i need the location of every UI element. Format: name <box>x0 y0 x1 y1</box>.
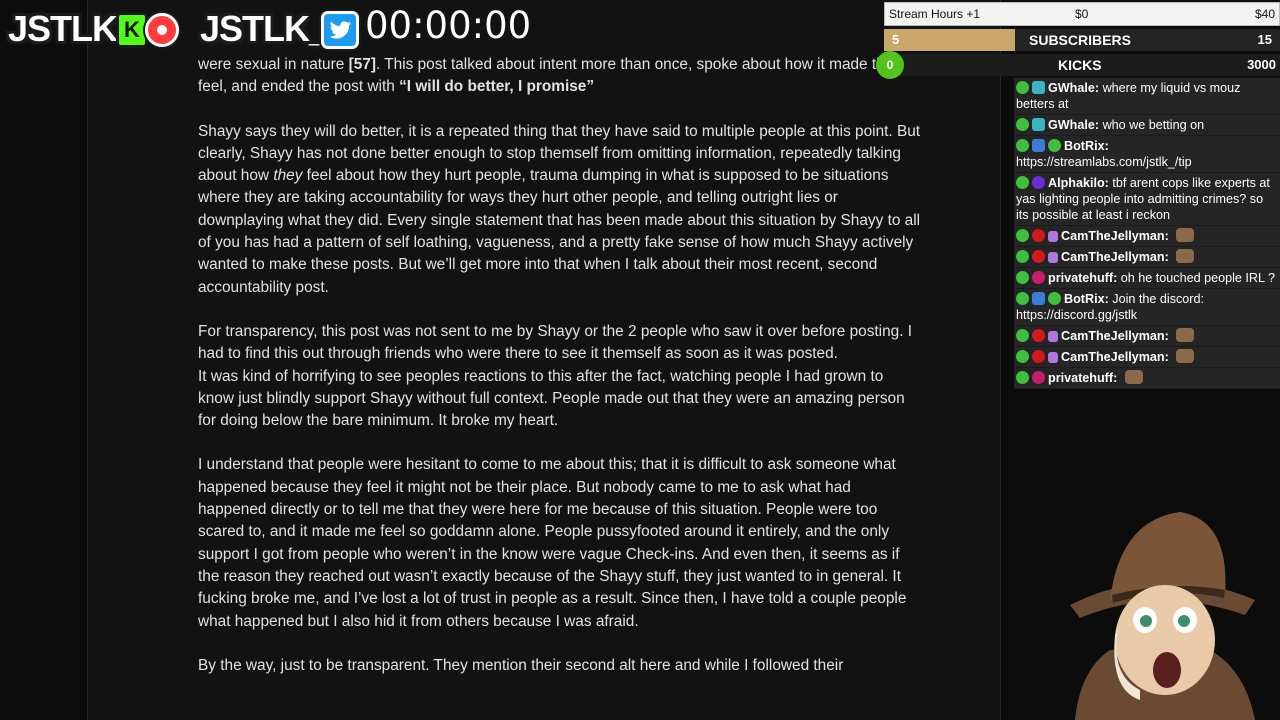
chat-message: privatehuff: <box>1014 368 1280 389</box>
paragraph-2: Shayy says they will do better, it is a … <box>198 121 923 299</box>
pink-badge-icon <box>1032 271 1045 284</box>
red-badge-icon <box>1032 250 1045 263</box>
emote-icon <box>1176 249 1195 263</box>
subscribers-progress-fill <box>884 29 1015 51</box>
reference-57: [57] <box>348 56 376 73</box>
red-badge-icon <box>1032 329 1045 342</box>
p1-quote: “I will do better, I promise” <box>399 78 595 96</box>
stream-hours-max: $40 <box>1254 7 1275 21</box>
blue-badge-icon <box>1032 292 1045 305</box>
chat-username[interactable]: CamTheJellyman: <box>1061 250 1169 264</box>
chat-message: Alphakilo: tbf arent cops like experts a… <box>1014 173 1280 226</box>
kicks-current: 0 <box>876 51 904 79</box>
chat-message: BotRix: https://streamlabs.com/jstlk_/ti… <box>1014 136 1280 173</box>
kicks-label: KICKS <box>1058 57 1102 73</box>
document-body: were sexual in nature [57]. This post ta… <box>198 54 923 699</box>
x-icon <box>1016 118 1029 131</box>
gem-icon <box>1048 352 1058 363</box>
subscribers-goal: 15 <box>1257 32 1272 47</box>
x-icon <box>1016 139 1029 152</box>
brand-logo-right: JSTLK_ <box>200 8 329 49</box>
verified-icon <box>1048 139 1061 152</box>
chat-username[interactable]: BotRix: <box>1064 292 1109 306</box>
paragraph-4: It was kind of horrifying to see peoples… <box>198 367 905 430</box>
emote-icon <box>1124 370 1143 384</box>
gem-icon <box>1048 252 1058 263</box>
chat-username[interactable]: privatehuff: <box>1048 271 1117 285</box>
p2-text-b: feel about how they hurt people, trauma … <box>198 167 921 296</box>
p2-emphasis: they <box>273 167 303 185</box>
red-badge-icon <box>1032 350 1045 363</box>
paragraph-1: were sexual in nature [57]. This post ta… <box>198 54 923 99</box>
chat-message: CamTheJellyman: <box>1014 226 1280 247</box>
gem-icon <box>1048 231 1058 242</box>
chat-username[interactable]: CamTheJellyman: <box>1061 350 1169 364</box>
x-icon <box>1016 350 1029 363</box>
kicks-bar: 0 KICKS 3000 <box>876 51 1280 79</box>
teal-badge-icon <box>1032 81 1045 94</box>
stream-timer: 00:00:00 <box>365 4 532 47</box>
chat-username[interactable]: CamTheJellyman: <box>1061 229 1169 243</box>
subscribers-bar: 5 SUBSCRIBERS 15 <box>884 29 1280 51</box>
kicks-goal: 3000 <box>1247 57 1276 72</box>
chat-username[interactable]: CamTheJellyman: <box>1061 329 1169 343</box>
x-icon <box>1016 329 1029 342</box>
chat-message: privatehuff: oh he touched people IRL ? <box>1014 268 1280 289</box>
pink-badge-icon <box>1032 371 1045 384</box>
paragraph-5: I understand that people were hesitant t… <box>198 456 907 630</box>
chat-text: https://streamlabs.com/jstlk_/tip <box>1016 155 1192 169</box>
gem-icon <box>1048 331 1058 342</box>
brand-logo-left: JSTLK <box>8 8 118 49</box>
emote-icon <box>1176 328 1195 342</box>
chat-username[interactable]: GWhale: <box>1048 118 1099 132</box>
teal-badge-icon <box>1032 118 1045 131</box>
p1-text-a: were sexual in nature <box>198 56 349 73</box>
chat-username[interactable]: Alphakilo: <box>1048 176 1109 190</box>
record-icon <box>145 13 179 47</box>
chat-text: who we betting on <box>1102 118 1205 132</box>
subscribers-current: 5 <box>892 32 900 47</box>
chat-message: GWhale: where my liquid vs mouz betters … <box>1014 78 1280 115</box>
subscribers-label: SUBSCRIBERS <box>1029 32 1131 48</box>
x-icon <box>1016 271 1029 284</box>
blue-badge-icon <box>1032 139 1045 152</box>
verified-icon <box>1048 292 1061 305</box>
x-icon <box>1016 81 1029 94</box>
chat-username[interactable]: GWhale: <box>1048 81 1099 95</box>
emote-icon <box>1176 228 1195 242</box>
x-icon <box>1016 371 1029 384</box>
chat-message: CamTheJellyman: <box>1014 347 1280 368</box>
purple-badge-icon <box>1032 176 1045 189</box>
chat-message: BotRix: Join the discord: https://discor… <box>1014 289 1280 326</box>
chat-message: GWhale: who we betting on <box>1014 115 1280 136</box>
stream-hours-min: $0 <box>1075 7 1089 21</box>
chat-message: CamTheJellyman: <box>1014 326 1280 347</box>
x-icon <box>1016 250 1029 263</box>
chat-username[interactable]: privatehuff: <box>1048 371 1117 385</box>
stream-hours-label: Stream Hours +1 <box>889 7 981 21</box>
paragraph-6: By the way, just to be transparent. They… <box>198 656 844 674</box>
paragraph-3: For transparency, this post was not sent… <box>198 322 913 363</box>
streamer-avatar <box>1070 512 1255 720</box>
red-badge-icon <box>1032 229 1045 242</box>
x-icon <box>1016 176 1029 189</box>
stream-hours-bar: Stream Hours +1 $0 $40 <box>884 2 1280 26</box>
chat-panel: GWhale: where my liquid vs mouz betters … <box>1014 78 1280 389</box>
x-icon <box>1016 292 1029 305</box>
chat-message: CamTheJellyman: <box>1014 247 1280 268</box>
emote-icon <box>1176 349 1195 363</box>
chat-text: oh he touched people IRL ? <box>1120 271 1276 285</box>
goals-panel: Stream Hours +1 $0 $40 5 SUBSCRIBERS 15 … <box>876 2 1280 79</box>
chat-username[interactable]: BotRix: <box>1064 139 1109 153</box>
x-icon <box>1016 229 1029 242</box>
kick-logo-icon: K <box>116 12 148 48</box>
twitter-bird-icon <box>321 11 359 49</box>
document-page: were sexual in nature [57]. This post ta… <box>87 0 1001 720</box>
